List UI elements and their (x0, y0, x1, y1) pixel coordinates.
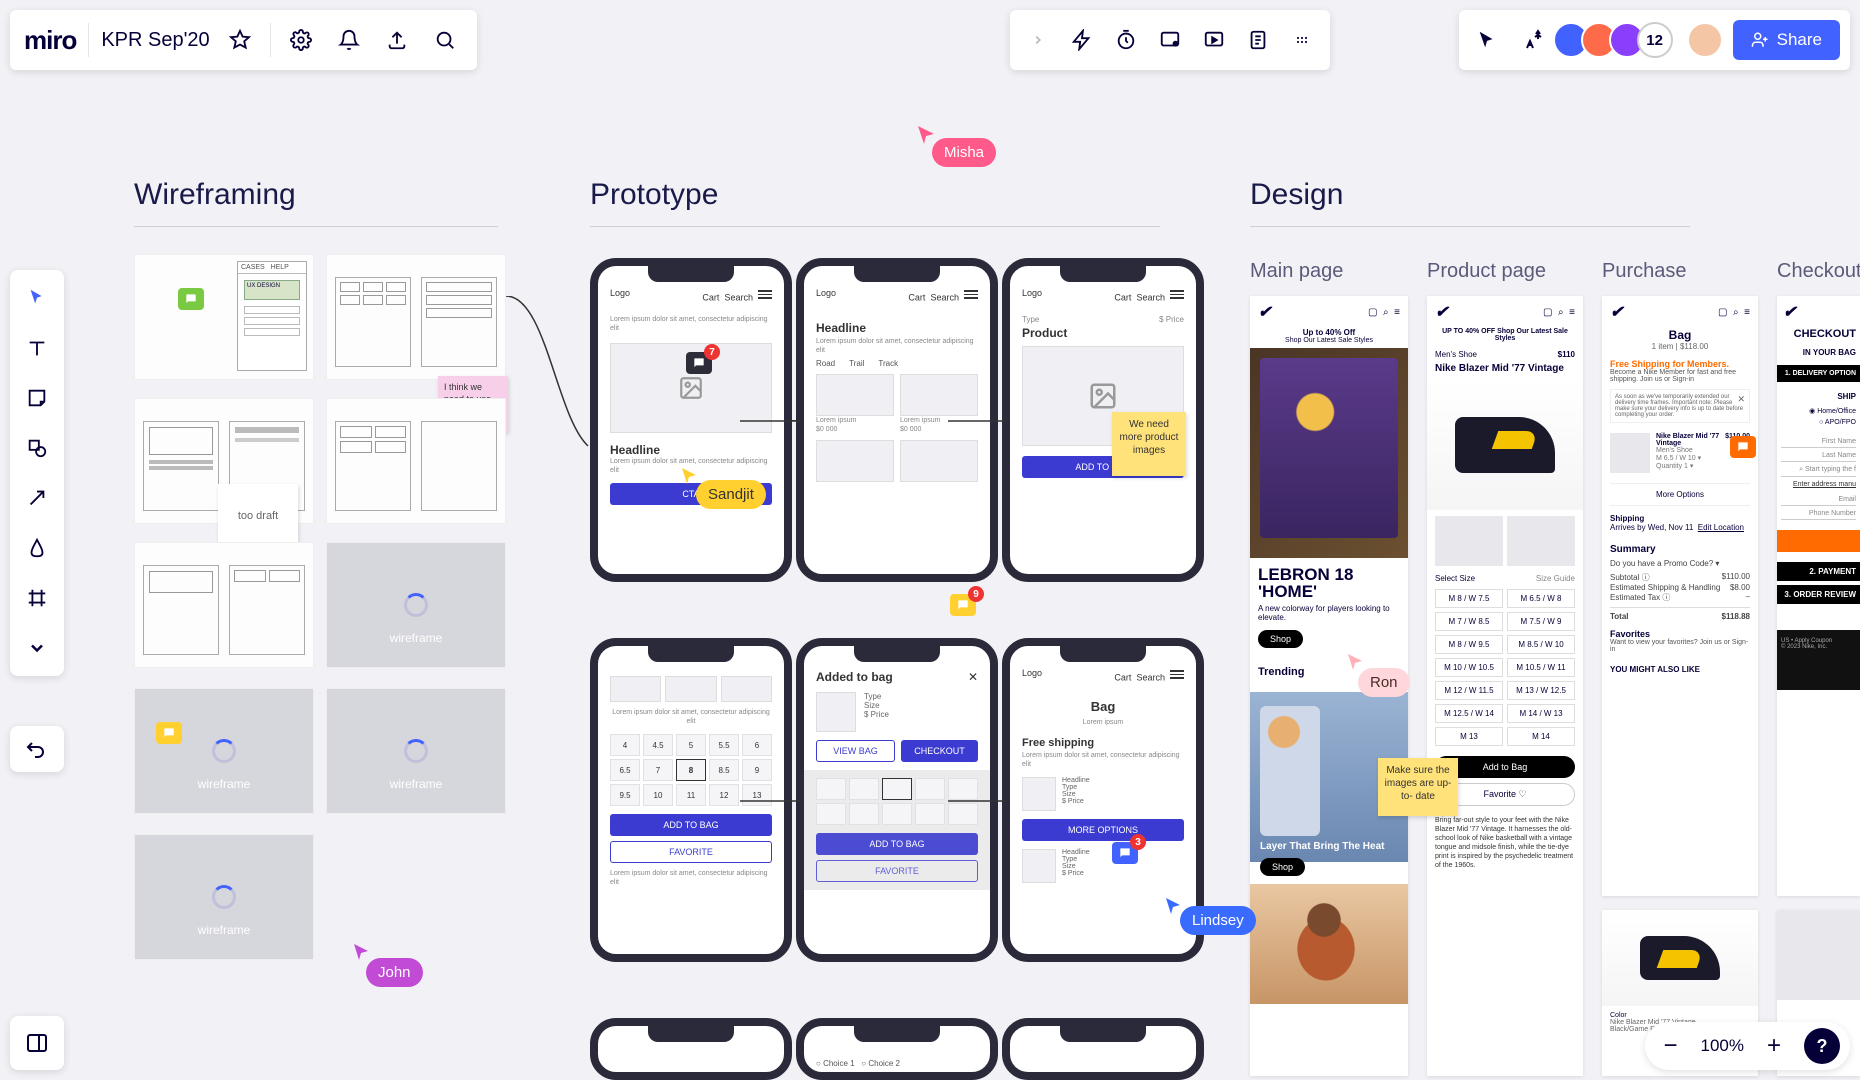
zoom-value[interactable]: 100% (1701, 1036, 1744, 1056)
section-title-design: Design (1250, 178, 1343, 212)
comment-bubble[interactable] (178, 288, 204, 310)
arrow-tool[interactable] (19, 480, 55, 516)
section-title-prototype: Prototype (590, 178, 718, 212)
wireframe-sketch[interactable] (326, 398, 506, 524)
comment-bubble[interactable]: 7 (686, 352, 712, 374)
undo-button[interactable] (10, 726, 64, 772)
avatar-self[interactable] (1687, 22, 1723, 58)
comment-bubble[interactable] (156, 722, 182, 744)
sticky-tool[interactable] (19, 380, 55, 416)
top-toolbar-center (1010, 10, 1330, 70)
chevron-icon[interactable] (1020, 22, 1056, 58)
more-icon[interactable] (1284, 22, 1320, 58)
divider (590, 226, 1160, 227)
view-bag-button[interactable]: VIEW BAG (816, 740, 895, 762)
zoom-out-button[interactable]: − (1655, 1030, 1687, 1062)
wireframe-sketch[interactable] (326, 254, 506, 380)
export-icon[interactable] (379, 22, 415, 58)
wireframe-placeholder[interactable]: wireframe (326, 688, 506, 814)
bolt-icon[interactable] (1064, 22, 1100, 58)
help-button[interactable]: ? (1804, 1028, 1840, 1064)
col-main-page: Main page (1250, 260, 1343, 283)
design-purchase[interactable]: ✔▢ ⌕ ≡ Bag 1 item | $118.00 Free Shippin… (1602, 296, 1758, 896)
top-toolbar-left: miro KPR Sep'20 (10, 10, 477, 70)
more-tools[interactable] (19, 630, 55, 666)
select-tool[interactable] (19, 280, 55, 316)
cursor-icon (1346, 652, 1366, 672)
section-title-wireframing: Wireframing (134, 178, 296, 212)
present-icon[interactable] (1196, 22, 1232, 58)
screen-share-icon[interactable] (1152, 22, 1188, 58)
cursor-sandjit: Sandjit (696, 480, 766, 509)
top-toolbar-right: 12 Share (1459, 10, 1850, 70)
zoom-in-button[interactable]: + (1758, 1030, 1790, 1062)
connector (740, 800, 800, 802)
phone-mockup[interactable] (1002, 1018, 1204, 1080)
zoom-controls: − 100% + ? (1645, 1022, 1850, 1070)
comment-bubble[interactable]: 9 (950, 594, 976, 616)
notes-icon[interactable] (1240, 22, 1276, 58)
board-name[interactable]: KPR Sep'20 (101, 29, 209, 52)
cursor-icon (352, 942, 372, 962)
collaborator-avatars[interactable]: 12 (1561, 22, 1673, 58)
cursor-icon (680, 466, 700, 486)
sticky-note[interactable]: too draft (218, 484, 298, 548)
divider (1250, 226, 1690, 227)
connector (948, 800, 1006, 802)
shape-tool[interactable] (19, 430, 55, 466)
comment-bubble[interactable]: 3 (1112, 842, 1138, 864)
phone-mockup[interactable] (590, 1018, 792, 1080)
reactions-icon[interactable] (1515, 22, 1551, 58)
wireframe-sketch[interactable]: CASES HELP UX DESIGN (134, 254, 314, 380)
shop-button[interactable]: Shop (1258, 630, 1303, 648)
cursor-john: John (366, 958, 423, 987)
settings-icon[interactable] (283, 22, 319, 58)
frame-tool[interactable] (19, 580, 55, 616)
timer-icon[interactable] (1108, 22, 1144, 58)
close-icon[interactable]: ✕ (1737, 394, 1745, 405)
search-icon[interactable] (427, 22, 463, 58)
connector (740, 420, 800, 422)
cursor-ron: Ron (1358, 668, 1410, 697)
comment-bubble[interactable] (1730, 436, 1756, 458)
wireframe-sketch[interactable] (134, 542, 314, 668)
connector (506, 296, 590, 456)
col-purchase: Purchase (1602, 260, 1687, 283)
divider (134, 226, 498, 227)
phone-mockup[interactable]: ○ Choice 1 ○ Choice 2 (796, 1018, 998, 1080)
wireframe-placeholder[interactable]: wireframe (134, 688, 314, 814)
pen-tool[interactable] (19, 530, 55, 566)
connector (948, 420, 1006, 422)
cursor-lindsey: Lindsey (1180, 906, 1256, 935)
star-icon[interactable] (222, 22, 258, 58)
sticky-note[interactable]: Make sure the images are up-to- date (1378, 758, 1458, 816)
sticky-note[interactable]: We need more product images (1112, 412, 1186, 476)
close-icon[interactable]: ✕ (968, 670, 978, 684)
design-checkout[interactable]: ✔ CHECKOUT IN YOUR BAG 1. DELIVERY OPTIO… (1777, 296, 1860, 896)
miro-logo[interactable]: miro (24, 25, 76, 56)
more-options-button[interactable]: MORE OPTIONS (1022, 819, 1184, 841)
wireframe-placeholder[interactable]: wireframe (326, 542, 506, 668)
text-tool[interactable] (19, 330, 55, 366)
col-checkout: Checkout (1777, 260, 1860, 283)
share-button[interactable]: Share (1733, 20, 1840, 60)
col-product-page: Product page (1427, 260, 1546, 283)
checkout-button[interactable]: CHECKOUT (901, 740, 978, 762)
frames-panel-button[interactable] (10, 1016, 64, 1070)
favorite-button[interactable]: FAVORITE (610, 841, 772, 863)
collaborator-count[interactable]: 12 (1637, 22, 1673, 58)
cursor-misha: Misha (932, 138, 996, 167)
left-toolbar (10, 270, 64, 676)
wireframe-placeholder[interactable]: wireframe (134, 834, 314, 960)
cursor-icon[interactable] (1469, 22, 1505, 58)
add-to-bag-button[interactable]: ADD TO BAG (610, 814, 772, 836)
bell-icon[interactable] (331, 22, 367, 58)
design-product-page[interactable]: ✔▢ ⌕ ≡ UP TO 40% OFF Shop Our Latest Sal… (1427, 296, 1583, 1076)
